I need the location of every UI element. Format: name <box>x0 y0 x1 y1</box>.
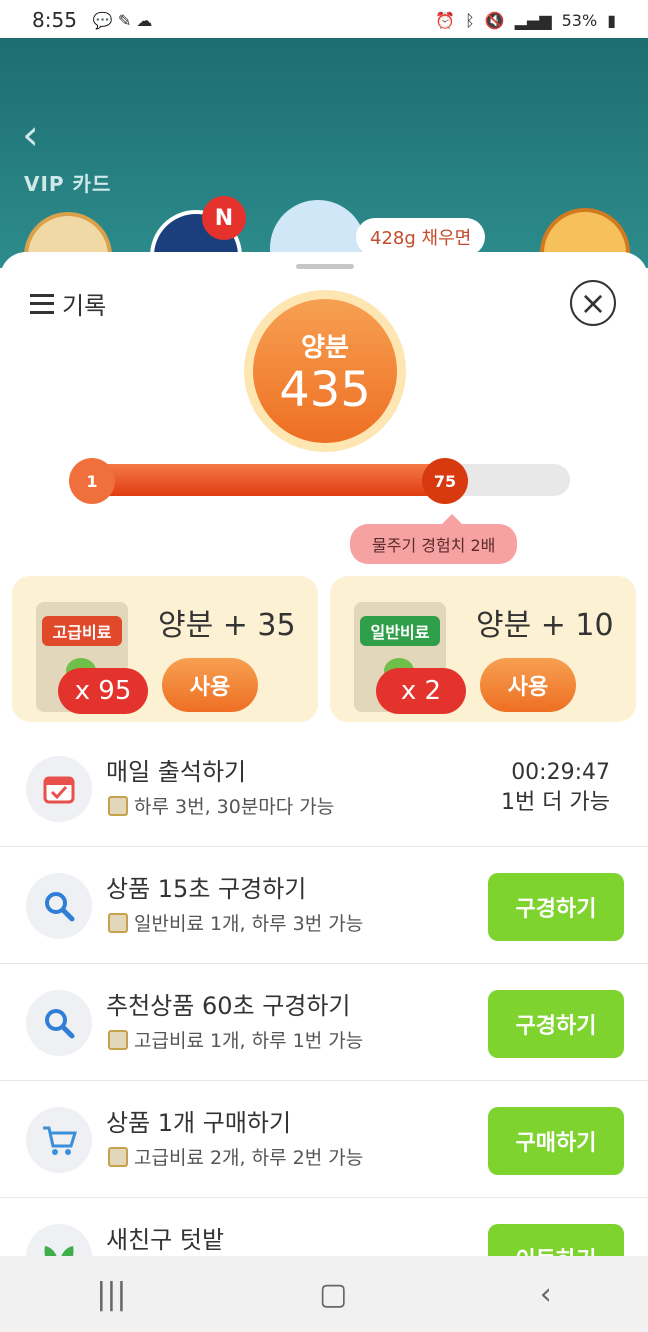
nutrient-sheet: 기록 × 양분 435 1 75 물주기 경험치 2배 고급비료 x 95 양분… <box>0 252 648 1262</box>
browse-button[interactable]: 구경하기 <box>488 873 624 941</box>
fertilizer-bonus: 양분 + 35 <box>158 608 296 643</box>
task-title: 새친구 텃밭 <box>106 1226 225 1254</box>
task-title: 상품 15초 구경하기 <box>106 875 307 903</box>
fill-bubble: 428g 채우면 <box>356 218 486 256</box>
use-premium-fertilizer-button[interactable]: 사용 <box>162 658 258 712</box>
battery-icon: ▮ <box>607 10 616 30</box>
menu-icon <box>30 293 54 314</box>
mute-icon: 🔇 <box>484 10 505 30</box>
task-subtitle: 고급비료 2개, 하루 2번 가능 <box>134 1147 364 1169</box>
task-daily-check-in: 매일 출석하기 하루 3번, 30분마다 가능 00:29:47 1번 더 가능 <box>0 730 648 847</box>
fertilizer-count: x 2 <box>376 668 466 714</box>
search-icon <box>26 990 92 1056</box>
calendar-icon <box>26 756 92 822</box>
records-label: 기록 <box>62 292 107 320</box>
recent-apps-icon[interactable]: ||| <box>96 1277 126 1312</box>
task-title: 매일 출석하기 <box>106 758 247 786</box>
task-recommended-browse-60s: 추천상품 60초 구경하기 고급비료 1개, 하루 1번 가능 구경하기 <box>0 964 648 1081</box>
timer-value: 00:29:47 <box>511 760 610 785</box>
clock: 8:55 <box>32 8 77 32</box>
timer-note: 1번 더 가능 <box>501 790 610 815</box>
cart-icon <box>26 1107 92 1173</box>
close-button[interactable]: × <box>570 280 616 326</box>
home-icon[interactable]: ▢ <box>319 1277 347 1312</box>
task-timer: 00:29:47 1번 더 가능 <box>501 758 610 818</box>
fertilizer-mini-icon <box>108 795 128 816</box>
nutrient-badge: 양분 435 <box>244 290 406 452</box>
battery-percent: 53% <box>561 10 598 30</box>
alarm-icon: ⏰ <box>435 10 456 30</box>
nutrient-label: 양분 <box>301 332 349 363</box>
level-progress-fill <box>70 464 445 496</box>
notice-badge: N <box>202 196 246 240</box>
fertilizer-tag: 일반비료 <box>360 616 440 646</box>
fertilizer-bonus: 양분 + 10 <box>476 608 614 643</box>
back-arrow-icon[interactable]: ‹ <box>22 110 39 159</box>
status-bar: 8:55 💬 ✎ ☁ ⏰ ᛒ 🔇 ▂▄▆ 53% ▮ <box>0 0 648 40</box>
task-title: 상품 1개 구매하기 <box>106 1109 292 1137</box>
use-regular-fertilizer-button[interactable]: 사용 <box>480 658 576 712</box>
close-icon: × <box>579 284 607 322</box>
vip-card-label: VIP 카드 <box>24 172 112 196</box>
browse-button[interactable]: 구경하기 <box>488 990 624 1058</box>
bonus-tooltip: 물주기 경험치 2배 <box>350 514 518 564</box>
fertilizer-count: x 95 <box>58 668 148 714</box>
progress-level-marker: 75 <box>422 458 468 504</box>
fertilizer-tag: 고급비료 <box>42 616 122 646</box>
fertilizer-mini-icon <box>108 912 128 933</box>
task-new-friend-garden: 새친구 텃밭 이동하기 <box>0 1198 648 1262</box>
bluetooth-icon: ᛒ <box>465 10 475 30</box>
fertilizer-mini-icon <box>108 1029 128 1050</box>
nutrient-value: 435 <box>279 361 371 418</box>
purchase-button[interactable]: 구매하기 <box>488 1107 624 1175</box>
task-subtitle: 일반비료 1개, 하루 3번 가능 <box>134 913 364 935</box>
task-subtitle: 하루 3번, 30분마다 가능 <box>134 796 335 818</box>
navigation-bar: ||| ▢ ‹ <box>0 1256 648 1332</box>
back-icon[interactable]: ‹ <box>540 1277 552 1312</box>
search-icon <box>26 873 92 939</box>
task-subtitle: 고급비료 1개, 하루 1번 가능 <box>134 1030 364 1052</box>
progress-start-marker: 1 <box>69 458 115 504</box>
task-browse-15s: 상품 15초 구경하기 일반비료 1개, 하루 3번 가능 구경하기 <box>0 847 648 964</box>
fertilizer-mini-icon <box>108 1146 128 1167</box>
task-title: 추천상품 60초 구경하기 <box>106 992 351 1020</box>
signal-icon: ▂▄▆ <box>514 10 552 30</box>
premium-fertilizer-card: 고급비료 x 95 양분 + 35 사용 <box>12 576 318 722</box>
sheet-handle[interactable] <box>296 264 354 269</box>
records-button[interactable]: 기록 <box>30 286 106 321</box>
level-progress-bar <box>70 464 570 496</box>
notification-icons: 💬 ✎ ☁ <box>92 10 153 30</box>
task-purchase: 상품 1개 구매하기 고급비료 2개, 하루 2번 가능 구매하기 <box>0 1081 648 1198</box>
regular-fertilizer-card: 일반비료 x 2 양분 + 10 사용 <box>330 576 636 722</box>
